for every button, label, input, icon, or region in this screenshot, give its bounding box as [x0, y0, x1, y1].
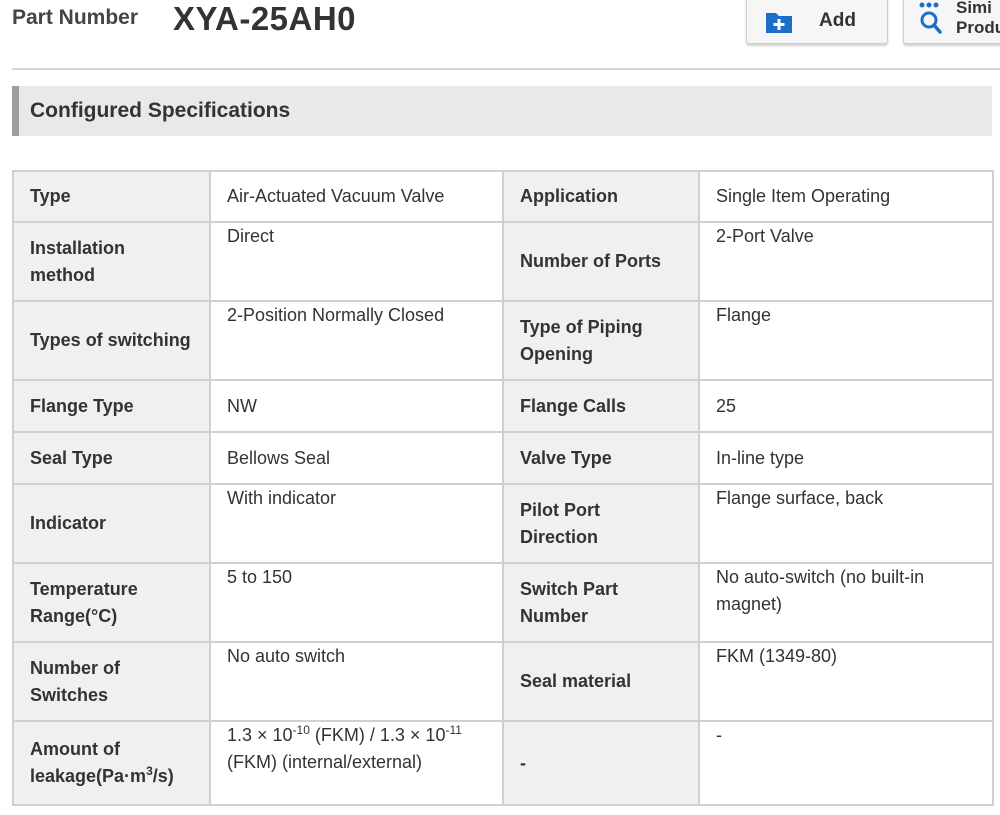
table-row: Indicator With indicator Pilot Port Dire…: [12, 483, 994, 564]
spec-value: No auto-switch (no built-in magnet): [698, 562, 994, 643]
spec-value: 1.3 × 10-10 (FKM) / 1.3 × 10-11 (FKM) (i…: [209, 720, 504, 806]
table-row: Temperature Range(°C) 5 to 150 Switch Pa…: [12, 562, 994, 643]
section-title: Configured Specifications: [30, 99, 291, 122]
spec-label: Installation method: [12, 221, 211, 302]
spec-label: Type of Piping Opening: [502, 300, 700, 381]
spec-value: 5 to 150: [209, 562, 504, 643]
spec-label: Seal material: [502, 641, 700, 722]
section-header: Configured Specifications: [12, 86, 992, 136]
spec-value: Direct: [209, 221, 504, 302]
folder-plus-icon: [766, 13, 792, 33]
spec-label: Seal Type: [12, 431, 211, 485]
spec-label: Types of switching: [12, 300, 211, 381]
spec-label: -: [502, 720, 700, 806]
spec-value: No auto switch: [209, 641, 504, 722]
similar-products-label: Simi Produ: [956, 0, 1000, 37]
spec-label: Valve Type: [502, 431, 700, 485]
spec-value: NW: [209, 379, 504, 433]
spec-label: Pilot Port Direction: [502, 483, 700, 564]
spec-value: FKM (1349-80): [698, 641, 994, 722]
spec-label: Number of Switches: [12, 641, 211, 722]
table-row: Seal Type Bellows Seal Valve Type In-lin…: [12, 431, 994, 485]
spec-label: Temperature Range(°C): [12, 562, 211, 643]
spec-label: Number of Ports: [502, 221, 700, 302]
add-button-label: Add: [819, 10, 856, 31]
spec-label: Flange Calls: [502, 379, 700, 433]
spec-label: Application: [502, 170, 700, 223]
table-row: Number of Switches No auto switch Seal m…: [12, 641, 994, 722]
spec-value: 25: [698, 379, 994, 433]
spec-value: With indicator: [209, 483, 504, 564]
spec-table: Type Air-Actuated Vacuum Valve Applicati…: [12, 170, 994, 806]
spec-value: In-line type: [698, 431, 994, 485]
table-row: Amount of leakage(Pa·m3/s) 1.3 × 10-10 (…: [12, 720, 994, 806]
part-header: Part Number XYA-25AH0 Add Simi Produ: [0, 0, 1000, 70]
spec-value: 2-Port Valve: [698, 221, 994, 302]
magnifier-icon: [919, 2, 942, 34]
spec-value: Flange: [698, 300, 994, 381]
spec-value: Bellows Seal: [209, 431, 504, 485]
part-number-value: XYA-25AH0: [173, 0, 357, 37]
spec-value: Single Item Operating: [698, 170, 994, 223]
spec-value: -: [698, 720, 994, 806]
spec-value: Air-Actuated Vacuum Valve: [209, 170, 504, 223]
similar-products-button[interactable]: Simi Produ: [903, 0, 1000, 44]
table-row: Types of switching 2-Position Normally C…: [12, 300, 994, 381]
table-row: Type Air-Actuated Vacuum Valve Applicati…: [12, 170, 994, 223]
spec-value: 2-Position Normally Closed: [209, 300, 504, 381]
table-row: Flange Type NW Flange Calls 25: [12, 379, 994, 433]
header-divider: [12, 68, 1000, 70]
spec-label: Type: [12, 170, 211, 223]
spec-label: Indicator: [12, 483, 211, 564]
add-button[interactable]: Add: [746, 0, 888, 44]
spec-value: Flange surface, back: [698, 483, 994, 564]
spec-label: Flange Type: [12, 379, 211, 433]
spec-label: Switch Part Number: [502, 562, 700, 643]
part-number-label: Part Number: [12, 6, 139, 29]
table-row: Installation method Direct Number of Por…: [12, 221, 994, 302]
spec-label: Amount of leakage(Pa·m3/s): [12, 720, 211, 806]
